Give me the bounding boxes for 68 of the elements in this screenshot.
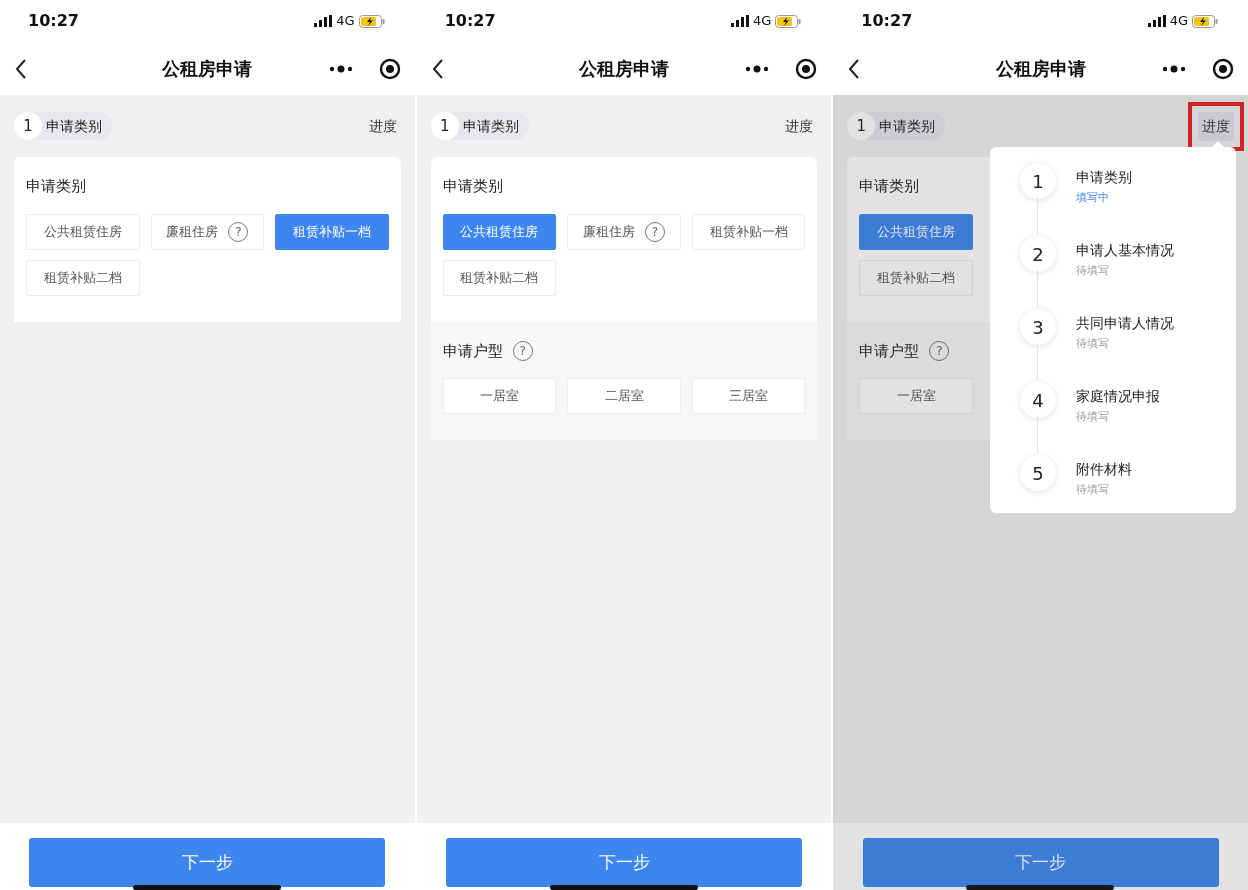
target-icon[interactable] (795, 57, 818, 80)
battery-icon (1192, 14, 1218, 28)
step-title: 申请类别 (1076, 168, 1132, 187)
step-title: 申请人基本情况 (1076, 241, 1174, 260)
step-number: 1 (14, 112, 42, 140)
option-button[interactable]: 二居室 (567, 378, 681, 414)
section-title: 申请类别 (442, 176, 503, 197)
target-icon[interactable] (1212, 57, 1234, 80)
back-icon[interactable] (14, 57, 28, 80)
page-title: 公租房申请 (579, 57, 669, 81)
option-button[interactable]: 租赁补贴二档 (442, 259, 557, 296)
back-icon[interactable] (847, 57, 862, 80)
step-status: 待填写 (1076, 336, 1110, 352)
network-label: 4G (1169, 12, 1188, 31)
battery-icon (358, 14, 385, 28)
progress-button[interactable]: 进度 (364, 111, 401, 141)
step-status: 待填写 (1076, 482, 1110, 498)
section-title: 申请类别 (26, 176, 86, 197)
more-icon[interactable] (328, 64, 353, 73)
option-button[interactable]: 公共租赁住房 (26, 213, 140, 250)
option-button[interactable]: 租赁补贴二档 (859, 259, 973, 296)
section-title: 申请户型 (442, 340, 503, 362)
step-number: 4 (1020, 382, 1056, 418)
signal-icon (314, 15, 333, 27)
progress-button[interactable]: 进度 (1198, 111, 1234, 141)
step-label: 申请类别 (879, 116, 936, 136)
page-title: 公租房申请 (162, 57, 253, 81)
option-button[interactable]: 公共租赁住房 (442, 213, 557, 250)
network-label: 4G (336, 12, 355, 31)
option-button[interactable]: 廉租住房 ? (567, 213, 681, 250)
step-title: 共同申请人情况 (1076, 314, 1174, 333)
status-time: 10:27 (861, 10, 913, 32)
step-label: 申请类别 (462, 116, 519, 136)
option-button[interactable]: 一居室 (442, 378, 557, 414)
step-title: 附件材料 (1076, 460, 1132, 479)
signal-icon (731, 15, 749, 27)
more-icon[interactable] (1162, 64, 1186, 73)
option-button[interactable]: 三居室 (691, 378, 806, 414)
option-button[interactable]: 一居室 (859, 378, 973, 414)
section-title: 申请类别 (859, 176, 920, 197)
step-number: 2 (1020, 236, 1056, 272)
step-status: 待填写 (1076, 263, 1110, 279)
step-number: 3 (1020, 309, 1056, 345)
step-number: 5 (1020, 455, 1056, 491)
step-number: 1 (1020, 163, 1056, 199)
step-status: 填写中 (1076, 190, 1110, 206)
target-icon[interactable] (378, 57, 401, 80)
step-status: 待填写 (1076, 409, 1110, 425)
status-time: 10:27 (28, 10, 79, 32)
step-title: 家庭情况申报 (1076, 387, 1160, 406)
step-number: 1 (430, 112, 459, 140)
option-button[interactable]: 租赁补贴一档 (275, 213, 389, 250)
step-number: 1 (847, 112, 876, 140)
next-button[interactable]: 下一步 (29, 838, 386, 887)
more-icon[interactable] (745, 64, 770, 73)
network-label: 4G (753, 12, 772, 31)
battery-icon (775, 14, 802, 28)
section-title: 申请户型 (859, 340, 920, 362)
option-button[interactable]: 廉租住房 ? (150, 213, 265, 250)
next-button[interactable]: 下一步 (446, 838, 802, 887)
option-button[interactable]: 租赁补贴一档 (691, 213, 806, 250)
page-title: 公租房申请 (995, 57, 1086, 81)
progress-button[interactable]: 进度 (781, 111, 818, 141)
status-time: 10:27 (444, 10, 496, 32)
signal-icon (1147, 15, 1166, 27)
option-button[interactable]: 租赁补贴二档 (26, 259, 140, 296)
back-icon[interactable] (430, 57, 445, 80)
step-label: 申请类别 (46, 116, 102, 136)
